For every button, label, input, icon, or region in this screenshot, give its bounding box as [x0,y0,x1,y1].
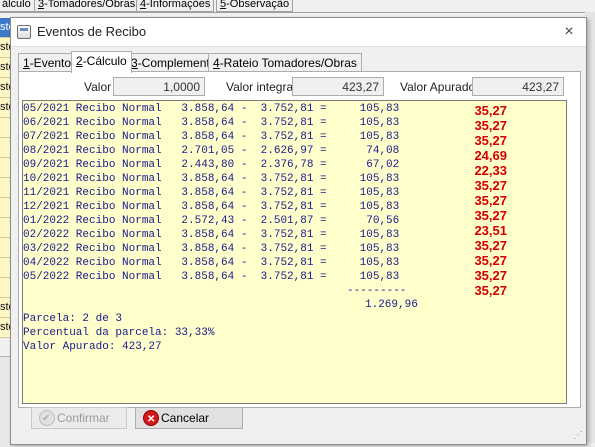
background-tab-strip: álculo 3-Tomadores/Obras 4-Informações 5… [0,0,595,13]
valor-apurado-label: Valor Apurado [400,80,476,94]
calc-row: 06/2021 Recibo Normal 3.858,64 - 3.752,8… [23,117,563,133]
calc-row-text: 02/2022 Recibo Normal 3.858,64 - 3.752,8… [23,229,400,241]
calc-row-text: 11/2021 Recibo Normal 3.858,64 - 3.752,8… [23,187,400,199]
calc-row: 03/2022 Recibo Normal 3.858,64 - 3.752,8… [23,243,563,268]
summary-row: Percentual da parcela: 33,33% [23,327,563,340]
bg-tab-label: -Tomadores/Obras [44,0,136,10]
calc-row-text: 04/2022 Recibo Normal 3.858,64 - 3.752,8… [23,257,400,269]
tab-calculo[interactable]: 2-Cálculo [71,51,132,73]
tab-evento[interactable]: 1-Evento [18,53,77,72]
calc-separator-row: --------- [23,285,563,298]
tab-accel: 3 [131,56,138,70]
tab-accel: 1 [23,56,30,70]
bg-tab-label: -Informações [146,0,211,10]
calc-row-text: 05/2021 Recibo Normal 3.858,64 - 3.752,8… [23,103,400,115]
calc-row: 10/2021 Recibo Normal 3.858,64 - 3.752,8… [23,173,563,193]
bg-tab-label: álculo [2,0,31,10]
tab-accel: 2 [76,54,83,68]
calc-row: 11/2021 Recibo Normal 3.858,64 - 3.752,8… [23,187,563,208]
valor-label: Valor [84,80,112,94]
calc-row: 05/2022 Recibo Normal 3.858,64 - 3.752,8… [23,271,563,298]
bg-tab-label: -Observação [226,0,290,10]
dialog-titlebar[interactable]: Eventos de Recibo × [11,18,586,47]
eventos-de-recibo-dialog: Eventos de Recibo × 1-Evento 2-Cálculo 3… [10,17,587,445]
calc-row-text: 12/2021 Recibo Normal 3.858,64 - 3.752,8… [23,201,400,213]
calc-row-text: 01/2022 Recibo Normal 2.572,43 - 2.501,8… [23,215,400,227]
calculo-tab-panel: Valor 1,0000 Valor integral 423,27 Valor… [18,71,581,408]
valor-integral-label: Valor integral [226,80,296,94]
calc-row: 07/2021 Recibo Normal 3.858,64 - 3.752,8… [23,131,563,148]
calc-row-text: 05/2022 Recibo Normal 3.858,64 - 3.752,8… [23,271,400,283]
cancel-button[interactable]: Cancelar [135,407,243,430]
tab-label: -Complemento [137,56,217,70]
calc-row: 05/2021 Recibo Normal 3.858,64 - 3.752,8… [23,103,563,118]
tab-label: -Cálculo [82,54,127,68]
calc-row: 09/2021 Recibo Normal 2.443,80 - 2.376,7… [23,159,563,178]
calc-row: 08/2021 Recibo Normal 2.701,05 - 2.626,9… [23,145,563,163]
calc-total-row: 1.269,96 [23,299,563,312]
tab-label: -Evento [29,56,72,70]
check-icon [39,409,55,429]
calc-row-text: 09/2021 Recibo Normal 2.443,80 - 2.376,7… [23,159,400,171]
summary-row: Parcela: 2 de 3 [23,313,563,326]
calc-row-text: 08/2021 Recibo Normal 2.701,05 - 2.626,9… [23,145,400,157]
resize-grip-icon[interactable]: ⋰ [571,430,583,442]
window-app-icon [17,25,31,39]
confirm-button-label: Confirmar [57,411,110,425]
calc-row: 12/2021 Recibo Normal 3.858,64 - 3.752,8… [23,201,563,223]
dialog-title: Eventos de Recibo [37,24,147,39]
calc-row-text: 06/2021 Recibo Normal 3.858,64 - 3.752,8… [23,117,400,129]
calculo-memo[interactable]: 05/2021 Recibo Normal 3.858,64 - 3.752,8… [22,100,567,404]
calc-row-text: 10/2021 Recibo Normal 3.858,64 - 3.752,8… [23,173,400,185]
bg-tab-observacao[interactable]: 5-Observação [216,0,294,12]
valor-apurado-field[interactable]: 423,27 [472,77,564,96]
calc-row-text: 07/2021 Recibo Normal 3.858,64 - 3.752,8… [23,131,400,143]
valor-integral-field[interactable]: 423,27 [292,77,384,96]
calc-row-result: 35,27 [474,103,507,118]
summary-parcela: Parcela: 2 de 3 [23,313,123,325]
cancel-button-label: Cancelar [161,411,210,425]
tab-accel: 4 [213,56,220,70]
bg-tab-informacoes[interactable]: 4-Informações [136,0,215,12]
tab-label: -Rateio Tomadores/Obras [219,56,357,70]
calc-separator: --------- [347,285,407,297]
summary-row: Valor Apurado: 423,27 [23,341,563,354]
calc-row-text: 03/2022 Recibo Normal 3.858,64 - 3.752,8… [23,243,400,255]
calc-total: 1.269,96 [365,299,418,311]
summary-percentual: Percentual da parcela: 33,33% [23,327,215,339]
calc-row: 01/2022 Recibo Normal 2.572,43 - 2.501,8… [23,215,563,238]
bg-tab-tomadores[interactable]: 3-Tomadores/Obras [34,0,140,12]
tab-rateio-tomadores-obras[interactable]: 4-Rateio Tomadores/Obras [208,53,362,72]
calc-row: 04/2022 Recibo Normal 3.858,64 - 3.752,8… [23,257,563,283]
cancel-icon [143,410,159,430]
valor-field[interactable]: 1,0000 [113,77,205,96]
calc-row: 02/2022 Recibo Normal 3.858,64 - 3.752,8… [23,229,563,253]
bg-tab-calculo[interactable]: álculo [0,0,35,12]
close-icon[interactable]: × [557,21,581,43]
confirm-button[interactable]: Confirmar [31,407,127,429]
summary-valor-apurado: Valor Apurado: 423,27 [23,341,162,353]
